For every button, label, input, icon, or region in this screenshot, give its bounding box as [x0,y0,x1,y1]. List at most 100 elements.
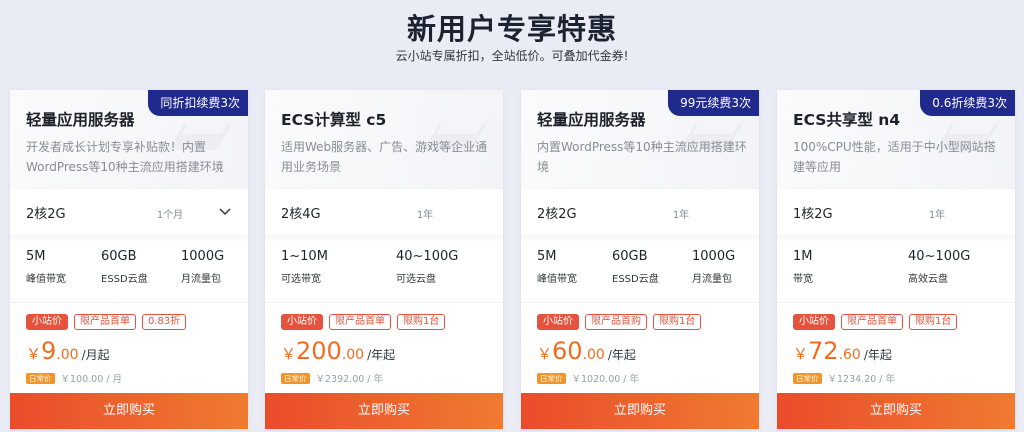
metric-value: 1000G [181,249,225,264]
price-unit: /年起 [367,348,396,362]
card-description: 适用Web服务器、广告、游戏等企业通用业务场景 [281,140,488,174]
price: ￥72.60/年起 [793,337,892,365]
badge-discount: 0.83折 [142,314,187,330]
price-currency: ￥ [537,345,553,363]
spec-metrics: 1~10M 可选带宽 40~100G 可选云盘 [265,241,503,293]
card-description: 开发者成长计划专享补贴款！内置WordPress等10种主流应用搭建环境 [26,140,224,174]
price-currency: ￥ [793,345,809,363]
spec-value: 2核2G [537,207,577,222]
spec-value: 2核4G [281,207,321,222]
spec-metrics: 5M 峰值带宽 60GB ESSD云盘 1000G 月流量包 [521,241,759,293]
renewal-tag: 0.6折续费3次 [920,90,1015,116]
metric-disk: 60GB ESSD云盘 [612,249,659,285]
metric-label: 高效云盘 [908,274,948,285]
chevron-down-icon[interactable] [218,204,232,218]
regular-price-value: ￥1020.00 / 年 [571,374,640,385]
price-decimal: .00 [56,347,79,363]
period-value: 1个月 [156,210,184,221]
regular-price-tag: 日常价 [26,373,55,384]
metric-label: ESSD云盘 [612,274,659,285]
promo-badges: 小站价 限产品首单 0.83折 [26,314,192,330]
price-integer: 60 [552,337,583,365]
card-header: ECS共享型 n4 100%CPU性能，适用于中小型网站搭建等应用 0.6折续费… [777,90,1015,189]
metric-value: 40~100G [396,249,459,264]
price-decimal: .00 [341,347,365,363]
buy-now-button[interactable]: 立即购买 [777,393,1015,429]
regular-price-value: ￥1234.20 / 年 [827,374,896,385]
divider [10,302,248,303]
card-description: 内置WordPress等10种主流应用搭建环境 [537,140,747,174]
metric-disk: 40~100G 可选云盘 [396,249,458,285]
buy-now-button[interactable]: 立即购买 [521,393,759,429]
metric-value: 40~100G [908,249,971,264]
metric-value: 60GB [612,249,648,264]
price-integer: 9 [41,337,57,365]
metric-value: 5M [26,249,46,264]
card-header: 轻量应用服务器 开发者成长计划专享补贴款！内置WordPress等10种主流应用… [10,90,248,189]
price-integer: 200 [296,337,342,365]
regular-price-value: ￥2392.00 / 年 [315,374,384,385]
product-card-lightweight-server-monthly: 轻量应用服务器 开发者成长计划专享补贴款！内置WordPress等10种主流应用… [10,90,248,429]
period-value: 1年 [672,210,690,221]
card-title: 轻量应用服务器 [537,111,646,129]
product-card-ecs-n4: ECS共享型 n4 100%CPU性能，适用于中小型网站搭建等应用 0.6折续费… [777,90,1015,429]
promo-badges: 小站价 限产品首单 限购1台 [281,314,451,330]
divider [777,302,1015,303]
price-unit: /年起 [863,348,892,362]
card-header: 轻量应用服务器 内置WordPress等10种主流应用搭建环境 99元续费3次 [521,90,759,189]
page-subtitle: 云小站专属折扣，全站低价。可叠加代金券! [395,49,629,63]
metric-label: 带宽 [793,274,813,285]
metric-label: ESSD云盘 [101,274,148,285]
original-price: 日常价 ￥2392.00 / 年 [281,371,383,385]
metric-label: 峰值带宽 [537,274,577,285]
badge-first-purchase: 限产品首购 [585,314,647,330]
card-header: ECS计算型 c5 适用Web服务器、广告、游戏等企业通用业务场景 [265,90,503,189]
badge-site-price: 小站价 [281,314,323,330]
metric-value: 5M [537,249,557,264]
regular-price-value: ￥100.00 / 月 [60,374,122,385]
price-unit: /年起 [607,348,636,362]
metric-bandwidth: 1M 带宽 [793,249,813,285]
regular-price-tag: 日常价 [281,373,310,384]
price-currency: ￥ [281,345,297,363]
original-price: 日常价 ￥1234.20 / 年 [793,371,895,385]
spec-selector[interactable]: 2核4G 1年 [265,189,503,235]
divider [265,302,503,303]
divider [521,302,759,303]
metric-label: 可选带宽 [281,274,321,285]
metric-bandwidth: 1~10M 可选带宽 [281,249,328,285]
spec-value: 1核2G [793,207,833,222]
price-decimal: .00 [582,347,605,363]
regular-price-tag: 日常价 [537,373,566,384]
metric-value: 1000G [692,249,736,264]
badge-first-order: 限产品首单 [329,314,391,330]
metric-bandwidth: 5M 峰值带宽 [26,249,66,285]
badge-limit: 限购1台 [397,314,446,330]
spec-selector[interactable]: 1核2G 1年 [777,189,1015,235]
buy-now-button[interactable]: 立即购买 [10,393,248,429]
metric-label: 月流量包 [181,274,221,285]
card-title: ECS计算型 c5 [281,111,387,129]
metric-traffic: 1000G 月流量包 [181,249,224,285]
spec-metrics: 5M 峰值带宽 60GB ESSD云盘 1000G 月流量包 [10,241,248,293]
renewal-tag: 同折扣续费3次 [148,90,248,116]
metric-value: 60GB [101,249,137,264]
metric-traffic: 1000G 月流量包 [692,249,735,285]
metric-value: 1M [793,249,813,264]
metric-label: 峰值带宽 [26,274,66,285]
metric-bandwidth: 5M 峰值带宽 [537,249,577,285]
renewal-tag: 99元续费3次 [668,90,759,116]
period-value: 1年 [928,210,946,221]
spec-selector[interactable]: 2核2G 1个月 [10,189,248,235]
price: ￥60.00/年起 [537,337,636,365]
buy-now-button[interactable]: 立即购买 [265,393,503,429]
metric-label: 月流量包 [692,274,732,285]
period-value: 1年 [416,210,434,221]
spec-metrics: 1M 带宽 40~100G 高效云盘 [777,241,1015,293]
price-integer: 72 [808,337,839,365]
spec-selector[interactable]: 2核2G 1年 [521,189,759,235]
original-price: 日常价 ￥1020.00 / 年 [537,371,639,385]
metric-disk: 40~100G 高效云盘 [908,249,970,285]
metric-label: 可选云盘 [396,274,436,285]
price-decimal: .60 [838,347,861,363]
